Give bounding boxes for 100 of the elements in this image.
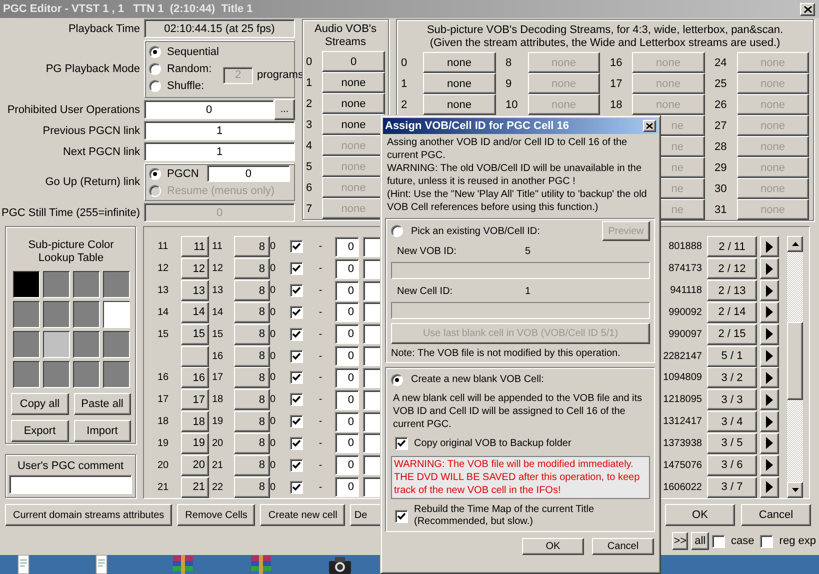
table-cell-text: 11 <box>211 241 224 252</box>
dialog-title: Assign VOB/Cell ID for PGC Cell 16 <box>385 120 570 132</box>
table-cell-text: 0 <box>270 263 277 274</box>
table-cell-text: - <box>318 416 324 428</box>
table-cell-text: 16 <box>211 350 224 362</box>
checkbox-label: Copy original VOB to Backup folder <box>414 438 572 449</box>
radio-label: PGCN <box>167 168 199 180</box>
table-cell-text: 1373938 <box>662 438 703 449</box>
table-cell-text: 15 <box>211 328 224 340</box>
table-cell-text: 874173 <box>668 263 703 274</box>
stream-number: 17 <box>610 78 624 90</box>
table-cell-text: 0 <box>270 460 277 471</box>
table-cell-text: 20 <box>211 438 224 449</box>
table-cell-text: 1312417 <box>662 416 703 428</box>
table-cell-text: - <box>318 328 324 340</box>
stream-number: 2 <box>306 98 314 110</box>
stream-number: 10 <box>506 98 519 110</box>
panel-subtitle: (Given the stream attributes, the Wide and Letterbox streams are used.) <box>428 37 782 50</box>
table-cell-text: 16 <box>156 372 170 384</box>
table-cell-text: 13 <box>156 285 170 296</box>
table-cell-text: - <box>318 263 324 274</box>
stream-number: 1 <box>401 78 408 90</box>
table-cell-text: 941118 <box>669 285 703 296</box>
table-cell-text: 0 <box>270 328 277 340</box>
field-label: PGC Still Time (255=infinite) <box>0 206 140 218</box>
panel-title: User's PGC comment <box>16 460 124 473</box>
table-cell-text: - <box>318 438 324 449</box>
table-cell-text: 990092 <box>668 306 703 318</box>
field-label: PG Playback Mode <box>44 63 140 75</box>
table-cell-text: 12 <box>156 263 170 274</box>
stream-number: 24 <box>714 56 728 68</box>
table-cell-text: 12 <box>211 263 224 274</box>
field-value: 5 <box>525 246 531 257</box>
stream-number: 9 <box>506 78 513 90</box>
dialog-text: Assing another VOB ID and/or Cell ID to Cell 16 of the current PGC. <box>387 136 628 162</box>
field-label: Previous PGCN link <box>42 124 140 136</box>
table-cell-text: 20 <box>156 460 170 471</box>
radio-label: Shuffle: <box>167 80 204 92</box>
table-cell-text: 1094809 <box>662 372 703 384</box>
stream-number: 31 <box>714 204 728 216</box>
radio-label: Resume (menus only) <box>167 184 275 196</box>
field-label: Next PGCN link <box>62 146 140 158</box>
table-cell-text: 19 <box>211 416 224 428</box>
stream-number: 30 <box>714 182 728 194</box>
table-cell-text: 22 <box>211 482 224 493</box>
table-cell-text: 0 <box>270 416 277 428</box>
table-cell-text: - <box>318 372 324 384</box>
stream-number: 3 <box>306 118 314 130</box>
table-cell-text: - <box>318 482 324 493</box>
stream-number: 18 <box>610 98 624 110</box>
checkbox-label: reg exp <box>779 535 816 547</box>
stream-number: 7 <box>306 202 314 214</box>
field-value: 1 <box>525 286 531 297</box>
table-cell-text: 801888 <box>668 241 703 252</box>
table-cell-text: 14 <box>211 306 224 318</box>
table-cell-text: 13 <box>211 285 224 296</box>
table-cell-text: - <box>318 306 324 318</box>
table-cell-text: 0 <box>270 482 277 493</box>
table-cell-text: 0 <box>270 438 277 449</box>
table-cell-text: 0 <box>270 306 277 318</box>
note-text: Note: The VOB file is not modified by this operation. <box>391 348 622 359</box>
warning-text: WARNING: The VOB file will be modified immediately. THE DVD WILL BE SAVED after this operation, to keep track of the new VOB cell in the IFOs! <box>391 456 650 499</box>
radio-label: Pick an existing VOB/Cell ID: <box>411 226 540 236</box>
field-label: New Cell ID: <box>397 286 454 297</box>
field-label: programs <box>257 69 304 81</box>
panel-title: Audio VOB's Streams <box>313 23 378 49</box>
table-cell-text: - <box>318 241 324 252</box>
checkbox-label: case <box>731 535 754 547</box>
field-label: Prohibited User Operations <box>6 104 140 116</box>
table-cell-text: 0 <box>270 394 277 406</box>
table-cell-text: - <box>318 460 324 471</box>
table-cell-text: 0 <box>270 372 277 384</box>
table-cell-text: 0 <box>270 241 277 252</box>
table-cell-text: 19 <box>156 438 170 449</box>
table-cell-text: - <box>318 285 324 296</box>
panel-title: Sub-picture VOB's Decoding Streams, for 4:3, wide, letterbox, pan&scan. <box>426 24 784 37</box>
table-cell-text: 1475076 <box>662 460 703 471</box>
radio-label: Random: <box>167 62 212 75</box>
radio-label: Create a new blank VOB Cell: <box>411 374 544 385</box>
stream-number: 27 <box>714 120 728 132</box>
stream-number: 2 <box>401 98 408 110</box>
field-label: Playback Time <box>67 22 140 34</box>
stream-number: 16 <box>610 56 624 68</box>
table-cell-text: - <box>318 394 324 406</box>
stream-number: 8 <box>506 56 513 68</box>
table-cell-text: 990097 <box>668 328 703 340</box>
stream-number: 0 <box>401 56 408 68</box>
stream-number: 6 <box>306 182 314 194</box>
table-cell-text: 11 <box>156 241 170 252</box>
stream-number: 5 <box>306 160 314 172</box>
table-cell-text: 2282147 <box>662 350 703 362</box>
table-cell-text: 18 <box>156 416 170 428</box>
radio-label: Sequential <box>167 46 219 58</box>
table-cell-text: 15 <box>156 328 170 340</box>
panel-title: Sub-picture Color Lookup Table <box>27 239 115 265</box>
description-text: A new blank cell will be appended to the VOB file and its VOB ID and Cell ID will be assigned to Cell 16 of the current PGC. <box>393 392 644 431</box>
window-title: PGC Editor - VTST 1 , 1 TTN 1 (2:10:44) Title 1 <box>3 3 254 15</box>
table-cell-text: 18 <box>211 394 224 406</box>
table-cell-text: 0 <box>270 285 277 296</box>
checkbox-label: Rebuild the Time Map of the current Title (Recommended, but slow.) <box>414 504 594 528</box>
